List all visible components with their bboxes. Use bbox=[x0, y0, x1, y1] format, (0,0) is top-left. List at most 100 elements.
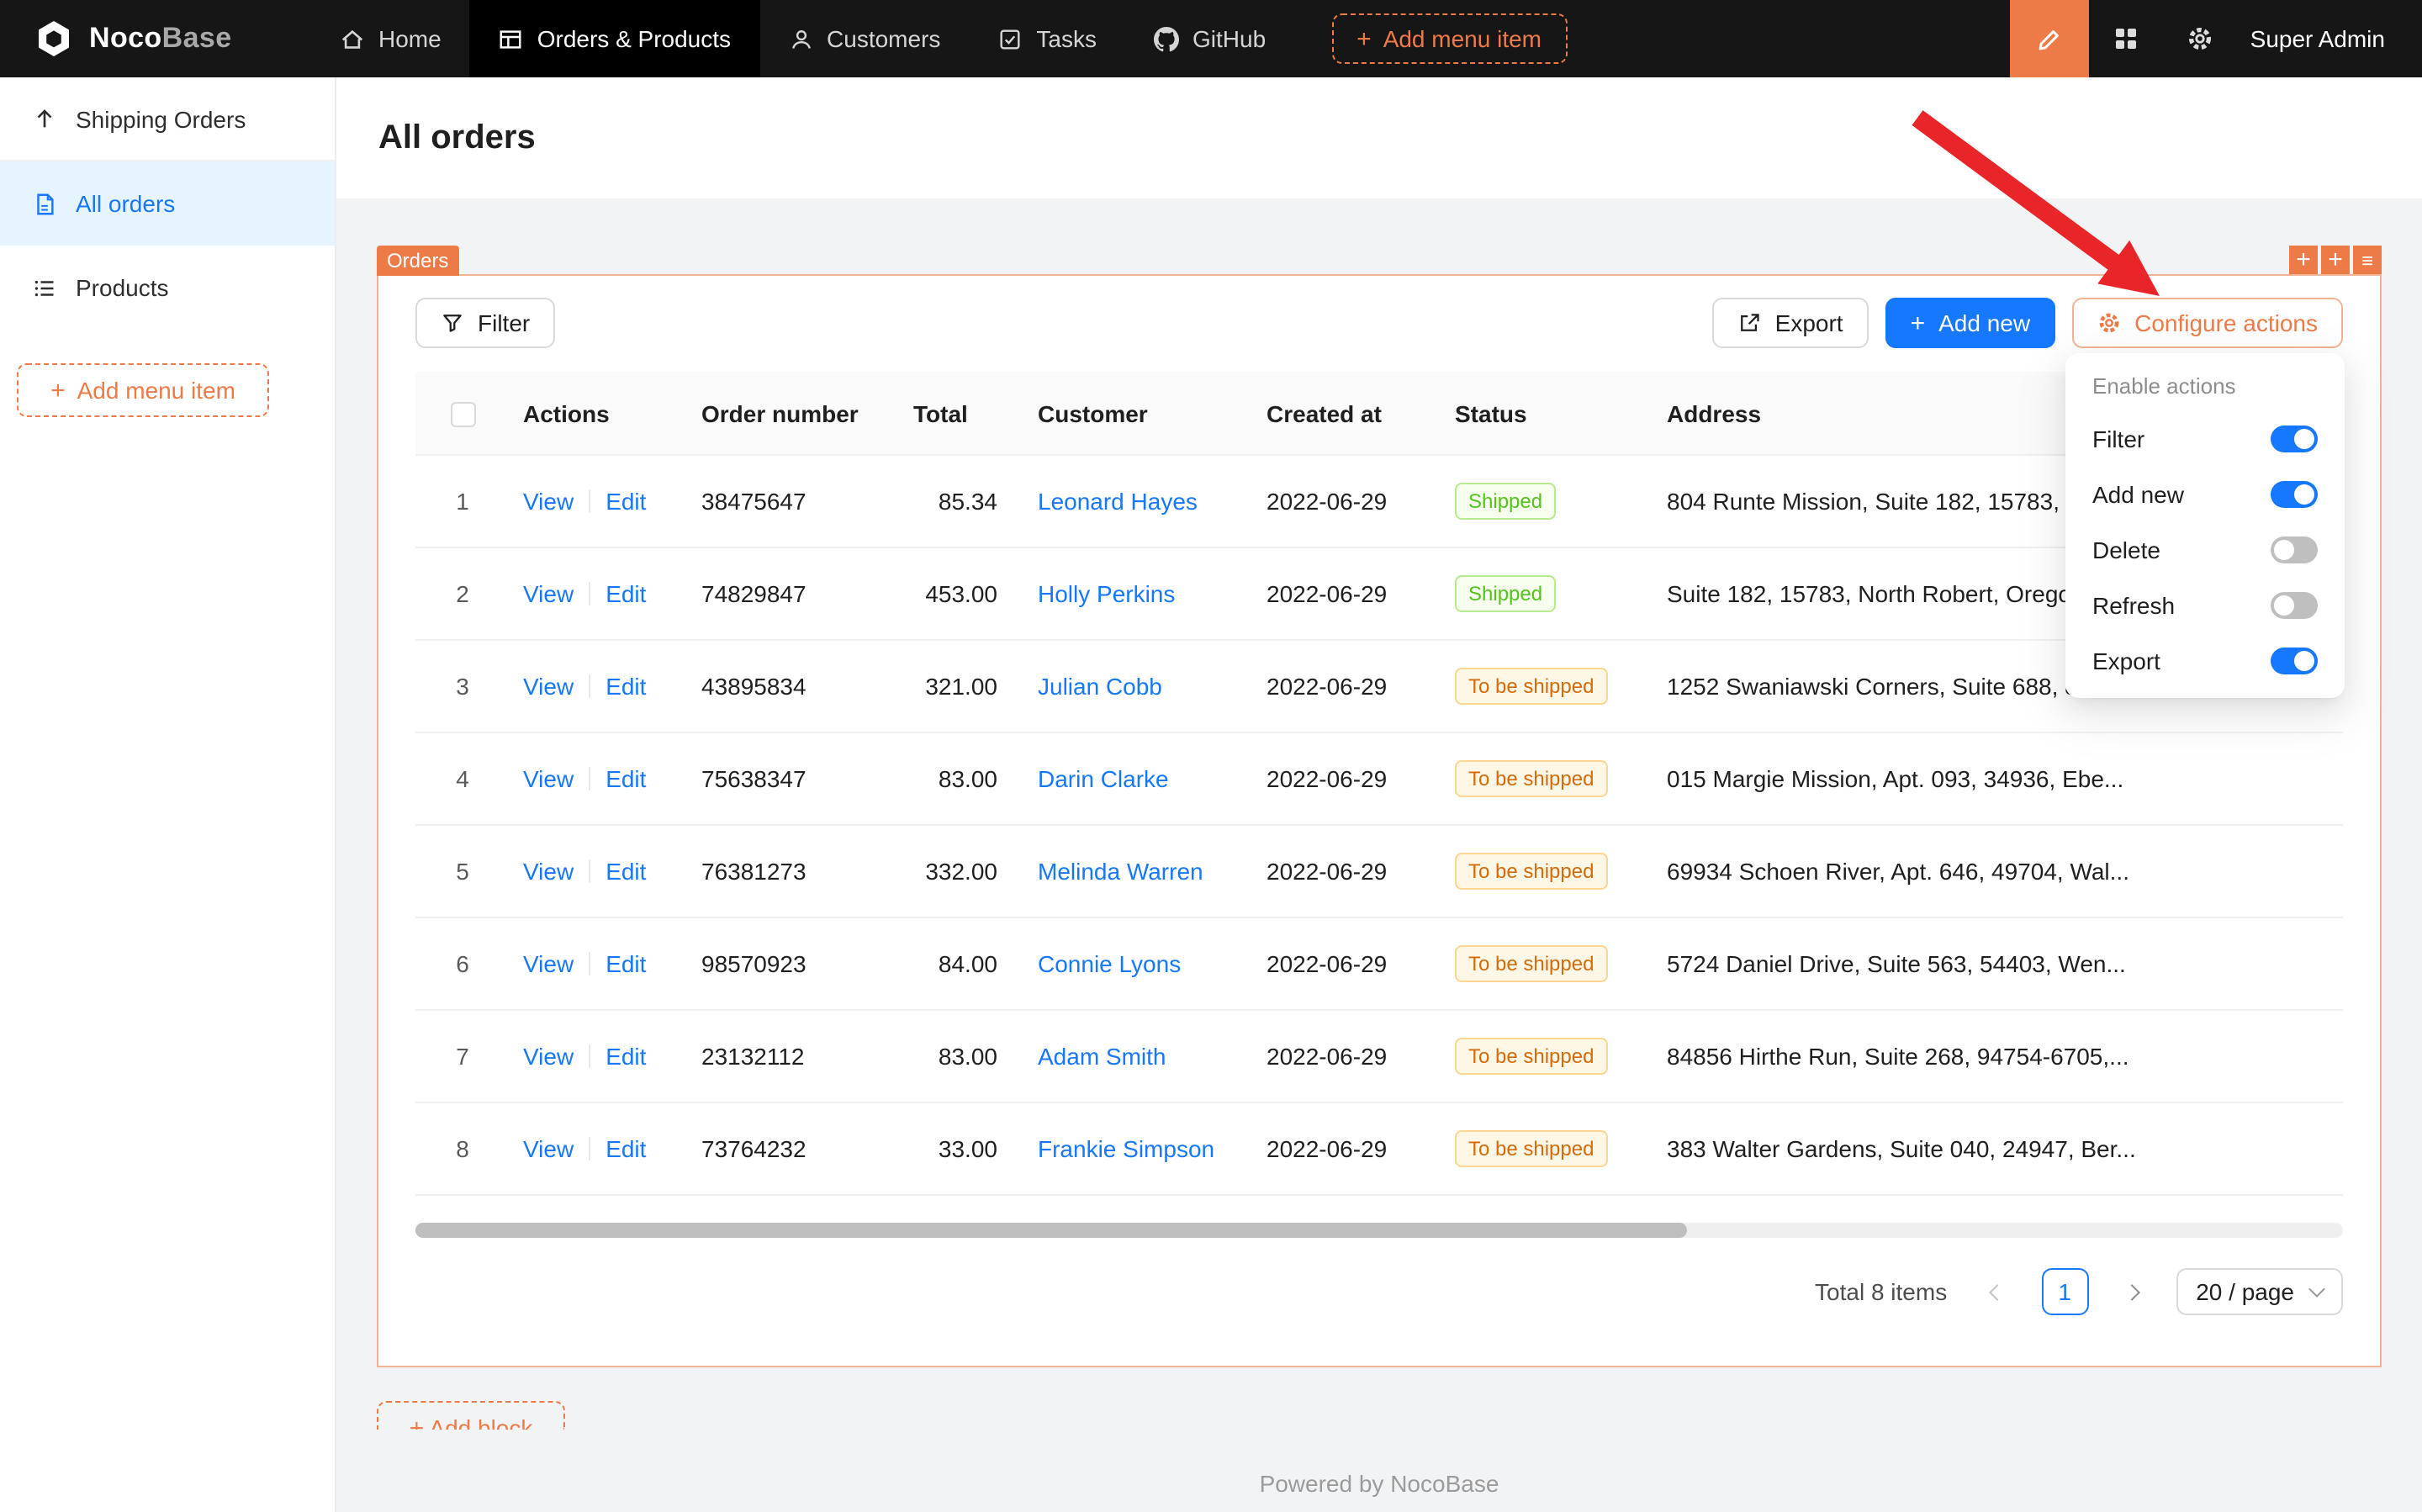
menu-icon[interactable] bbox=[2353, 246, 2382, 274]
customer-link[interactable]: Leonard Hayes bbox=[1038, 488, 1198, 515]
prev-page-button[interactable] bbox=[1974, 1268, 2021, 1315]
address-cell: 84856 Hirthe Run, Suite 268, 94754-6705,… bbox=[1653, 1043, 2343, 1070]
list-icon bbox=[32, 275, 57, 300]
customer-link[interactable]: Connie Lyons bbox=[1038, 950, 1181, 977]
nav-item-label: GitHub bbox=[1192, 25, 1266, 52]
row-actions: View Edit bbox=[510, 1135, 688, 1162]
nav-item[interactable]: Orders & Products bbox=[470, 0, 759, 77]
action-divider bbox=[589, 952, 590, 975]
toggle-switch[interactable] bbox=[2271, 480, 2318, 507]
filter-button[interactable]: Filter bbox=[415, 298, 555, 348]
row-index[interactable]: 8 bbox=[415, 1135, 510, 1162]
status-badge: To be shipped bbox=[1455, 1130, 1607, 1167]
table-row: 8 View Edit 73764232 33.00 Frankie Simps… bbox=[415, 1103, 2343, 1196]
filter-label: Filter bbox=[478, 309, 530, 336]
chevron-right-icon bbox=[2123, 1283, 2140, 1300]
status-badge: To be shipped bbox=[1455, 1038, 1607, 1075]
column-header: Total bbox=[900, 399, 1024, 426]
sidebar-item[interactable]: All orders bbox=[0, 161, 335, 246]
table-row: 7 View Edit 23132112 83.00 Adam Smith 20… bbox=[415, 1011, 2343, 1103]
nocobase-logo[interactable]: NocoBase bbox=[0, 0, 311, 77]
nav-item-label: Customers bbox=[827, 25, 940, 52]
sidebar-item[interactable]: Products bbox=[0, 246, 335, 330]
dropdown-item-label: Delete bbox=[2092, 536, 2160, 563]
action-divider bbox=[589, 674, 590, 698]
customer-link[interactable]: Melinda Warren bbox=[1038, 858, 1203, 885]
view-link[interactable]: View bbox=[523, 580, 574, 607]
view-link[interactable]: View bbox=[523, 950, 574, 977]
add-block-button[interactable]: Add block bbox=[377, 1401, 565, 1430]
edit-link[interactable]: Edit bbox=[606, 673, 646, 700]
toggle-switch[interactable] bbox=[2271, 591, 2318, 618]
toggle-switch[interactable] bbox=[2271, 536, 2318, 563]
home-icon bbox=[340, 26, 365, 51]
user-menu[interactable]: Super Admin bbox=[2237, 25, 2422, 52]
dropdown-item[interactable]: Delete bbox=[2072, 521, 2338, 577]
edit-link[interactable]: Edit bbox=[606, 488, 646, 515]
dropdown-item[interactable]: Filter bbox=[2072, 410, 2338, 466]
plus-square-icon[interactable] bbox=[2321, 246, 2350, 274]
customer-link[interactable]: Adam Smith bbox=[1038, 1043, 1166, 1070]
plus-square-icon[interactable] bbox=[2289, 246, 2318, 274]
select-all-checkbox[interactable] bbox=[450, 402, 475, 427]
toggle-switch[interactable] bbox=[2271, 647, 2318, 674]
navbar-add-menu-item-button[interactable]: Add menu item bbox=[1331, 13, 1567, 64]
dropdown-item-label: Filter bbox=[2092, 425, 2144, 452]
horizontal-scrollbar-thumb[interactable] bbox=[415, 1223, 1688, 1238]
edit-link[interactable]: Edit bbox=[606, 1135, 646, 1162]
configure-actions-button[interactable]: Configure actions bbox=[2072, 298, 2343, 348]
action-divider bbox=[589, 489, 590, 513]
view-link[interactable]: View bbox=[523, 673, 574, 700]
row-index[interactable]: 7 bbox=[415, 1043, 510, 1070]
sidebar-item[interactable]: Shipping Orders bbox=[0, 77, 335, 161]
check-square-icon bbox=[997, 26, 1023, 51]
row-index[interactable]: 3 bbox=[415, 673, 510, 700]
nav-item-label: Orders & Products bbox=[537, 25, 731, 52]
created-at-cell: 2022-06-29 bbox=[1253, 950, 1441, 977]
view-link[interactable]: View bbox=[523, 1043, 574, 1070]
row-index[interactable]: 1 bbox=[415, 488, 510, 515]
column-header: Order number bbox=[688, 399, 900, 426]
add-new-button[interactable]: Add new bbox=[1885, 298, 2056, 348]
edit-link[interactable]: Edit bbox=[606, 765, 646, 792]
view-link[interactable]: View bbox=[523, 1135, 574, 1162]
plugins-button[interactable] bbox=[2089, 0, 2163, 77]
export-button[interactable]: Export bbox=[1713, 298, 1869, 348]
row-index[interactable]: 4 bbox=[415, 765, 510, 792]
order-number-cell: 43895834 bbox=[688, 673, 900, 700]
customer-link[interactable]: Frankie Simpson bbox=[1038, 1135, 1214, 1162]
sidebar-add-menu-item-button[interactable]: Add menu item bbox=[17, 363, 269, 417]
customer-link[interactable]: Darin Clarke bbox=[1038, 765, 1169, 792]
table-toolbar: Filter Export Add new bbox=[415, 298, 2343, 348]
settings-button[interactable] bbox=[2163, 0, 2237, 77]
row-index[interactable]: 6 bbox=[415, 950, 510, 977]
dropdown-item[interactable]: Refresh bbox=[2072, 577, 2338, 632]
edit-link[interactable]: Edit bbox=[606, 580, 646, 607]
row-actions: View Edit bbox=[510, 673, 688, 700]
view-link[interactable]: View bbox=[523, 858, 574, 885]
nav-item[interactable]: Customers bbox=[759, 0, 969, 77]
view-link[interactable]: View bbox=[523, 488, 574, 515]
nav-item[interactable]: Tasks bbox=[969, 0, 1125, 77]
horizontal-scrollbar-track[interactable] bbox=[415, 1223, 2343, 1238]
page-size-select[interactable]: 20 / page bbox=[2176, 1268, 2343, 1315]
nav-item[interactable]: Home bbox=[311, 0, 470, 77]
customer-link[interactable]: Holly Perkins bbox=[1038, 580, 1175, 607]
row-index[interactable]: 2 bbox=[415, 580, 510, 607]
row-index[interactable]: 5 bbox=[415, 858, 510, 885]
next-page-button[interactable] bbox=[2108, 1268, 2155, 1315]
edit-link[interactable]: Edit bbox=[606, 950, 646, 977]
navbar-right: Super Admin bbox=[2010, 0, 2422, 77]
total-cell: 83.00 bbox=[900, 1043, 1024, 1070]
edit-link[interactable]: Edit bbox=[606, 858, 646, 885]
edit-link[interactable]: Edit bbox=[606, 1043, 646, 1070]
dropdown-item[interactable]: Add new bbox=[2072, 466, 2338, 521]
toggle-switch[interactable] bbox=[2271, 425, 2318, 452]
nav-item[interactable]: GitHub bbox=[1125, 0, 1294, 77]
ui-editor-toggle-button[interactable] bbox=[2010, 0, 2089, 77]
dropdown-item[interactable]: Export bbox=[2072, 632, 2338, 688]
current-page-button[interactable]: 1 bbox=[2041, 1268, 2088, 1315]
view-link[interactable]: View bbox=[523, 765, 574, 792]
customer-link[interactable]: Julian Cobb bbox=[1038, 673, 1162, 700]
address-cell: 015 Margie Mission, Apt. 093, 34936, Ebe… bbox=[1653, 765, 2343, 792]
